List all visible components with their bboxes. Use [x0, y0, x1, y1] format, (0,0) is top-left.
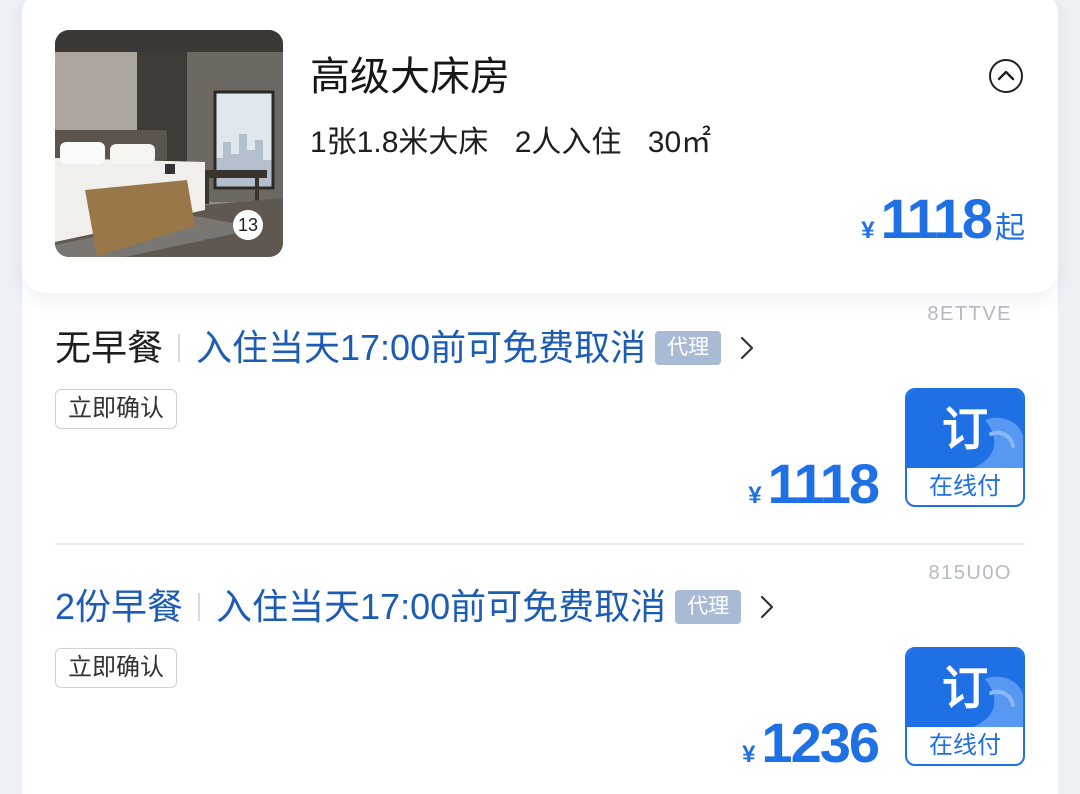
separator: [198, 593, 201, 621]
room-specs: 1张1.8米大床 2人入住 30㎡: [310, 125, 729, 161]
room-card[interactable]: 13 高级大床房 1张1.8米大床 2人入住 30㎡ ¥ 1118 起: [22, 0, 1058, 293]
rate-code: 8ETTVE: [927, 303, 1012, 325]
instant-confirm-tag: 立即确认: [55, 389, 177, 429]
book-button[interactable]: 订 在线付: [905, 388, 1025, 507]
currency-symbol: ¥: [742, 741, 756, 768]
rate-plan-row[interactable]: 8ETTVE 无早餐 入住当天17:00前可免费取消 代理 立即确认 ¥ 111…: [22, 293, 1058, 543]
price-amount: 1118: [880, 187, 993, 250]
rate-code: 815U0O: [928, 562, 1012, 584]
separator: [178, 334, 181, 362]
cancellation-policy: 入住当天17:00前可免费取消: [216, 586, 667, 627]
price-amount: 1118: [767, 452, 880, 515]
rate-summary[interactable]: 无早餐 入住当天17:00前可免费取消 代理: [55, 326, 755, 370]
area-info: 30㎡: [647, 126, 712, 159]
photo-count-badge: 13: [233, 210, 263, 240]
bed-info: 1张1.8米大床: [310, 126, 489, 159]
chevron-up-circle-icon: [989, 59, 1023, 93]
room-starting-price: ¥ 1118 起: [861, 189, 1025, 249]
occupancy-info: 2人入住: [514, 126, 622, 159]
meal-plan: 无早餐: [55, 327, 164, 368]
cancellation-policy: 入住当天17:00前可免费取消: [196, 327, 647, 368]
rate-price: ¥ 1118: [748, 452, 880, 515]
rate-plan-row[interactable]: 815U0O 2份早餐 入住当天17:00前可免费取消 代理 立即确认 ¥ 12…: [22, 552, 1058, 794]
chevron-right-icon: [739, 335, 755, 361]
book-label: 订: [942, 662, 988, 714]
instant-confirm-tag: 立即确认: [55, 648, 177, 688]
agent-tag: 代理: [675, 590, 742, 624]
book-label: 订: [942, 403, 988, 455]
meal-plan: 2份早餐: [55, 586, 184, 627]
chevron-right-icon: [759, 594, 775, 620]
payment-method: 在线付: [929, 732, 1001, 759]
book-button-top: 订: [907, 390, 1023, 468]
row-divider: [55, 543, 1025, 545]
rate-price: ¥ 1236: [742, 711, 880, 774]
currency-symbol: ¥: [748, 482, 762, 509]
room-photo[interactable]: 13: [55, 30, 283, 257]
currency-symbol: ¥: [861, 217, 875, 244]
payment-method: 在线付: [929, 473, 1001, 500]
hotel-room-rates-screen: 13 高级大床房 1张1.8米大床 2人入住 30㎡ ¥ 1118 起 8ETT…: [0, 0, 1080, 794]
price-from-suffix: 起: [995, 212, 1025, 245]
collapse-button[interactable]: [988, 58, 1024, 94]
book-button-top: 订: [907, 649, 1023, 727]
agent-tag: 代理: [655, 331, 722, 365]
book-button[interactable]: 订 在线付: [905, 647, 1025, 766]
price-amount: 1236: [761, 711, 880, 774]
room-title: 高级大床房: [310, 55, 510, 99]
rate-summary[interactable]: 2份早餐 入住当天17:00前可免费取消 代理: [55, 585, 775, 629]
rate-plan-list: 8ETTVE 无早餐 入住当天17:00前可免费取消 代理 立即确认 ¥ 111…: [22, 270, 1058, 794]
